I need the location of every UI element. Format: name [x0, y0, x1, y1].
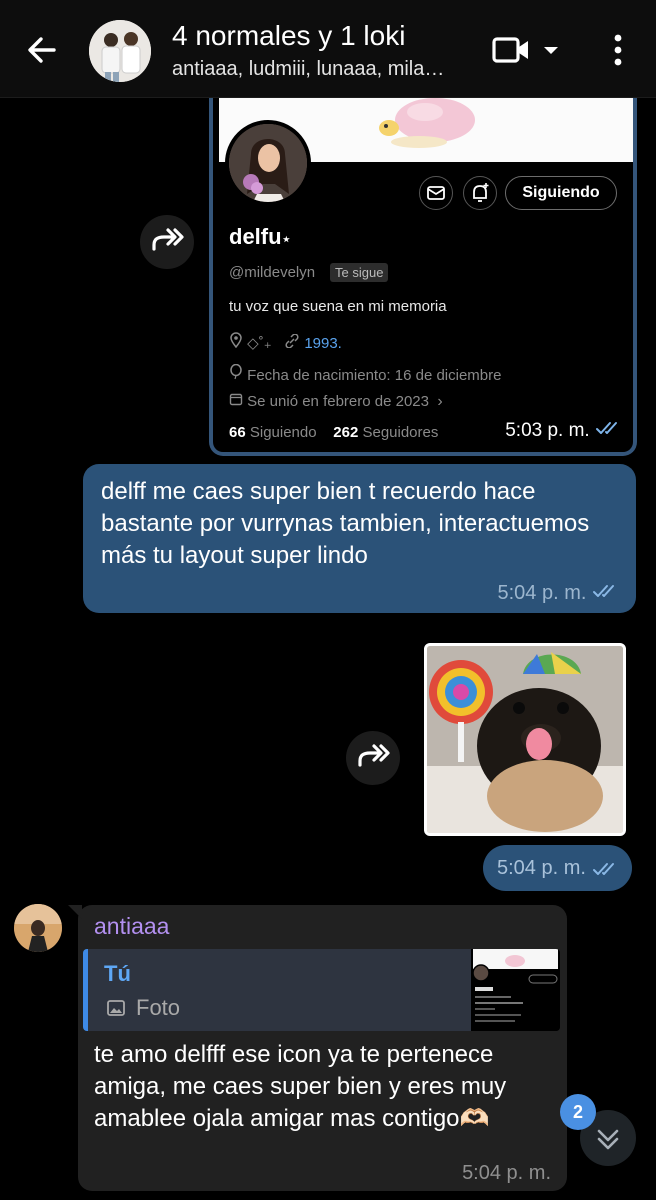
profile-handle: @mildevelyn	[229, 264, 316, 281]
message-time: 5:04 p. m.	[498, 582, 623, 605]
reply-preview[interactable]: Tú Foto	[83, 949, 560, 1031]
video-call-icon[interactable]	[492, 34, 564, 68]
double-check-icon	[593, 585, 614, 597]
chat-members[interactable]: antiaaa, ludmiii, lunaaa, mila…	[172, 58, 444, 81]
message-time: 5:04 p. m.	[462, 1162, 551, 1184]
double-check-icon	[592, 862, 614, 875]
bubble-tail	[68, 905, 82, 919]
back-arrow-icon[interactable]	[22, 30, 62, 70]
message-time: 5:03 p. m.	[505, 420, 623, 442]
reply-type: Foto	[136, 995, 181, 1020]
forward-icon	[152, 228, 184, 251]
envelope-icon	[427, 186, 445, 200]
notifications-button[interactable]	[463, 176, 497, 210]
balloon-icon	[230, 363, 242, 380]
profile-link[interactable]: 1993.	[304, 335, 342, 352]
location-pin-icon	[230, 332, 242, 349]
profile-bio: tu voz que suena en mi memoria	[229, 298, 447, 315]
reply-author: Tú	[104, 961, 131, 986]
profile-name: delfu⋆	[229, 224, 291, 249]
forward-icon	[358, 744, 390, 767]
forward-button[interactable]	[346, 731, 400, 785]
profile-birthday: Fecha de nacimiento: 16 de diciembre	[229, 363, 501, 384]
double-check-icon	[596, 422, 617, 434]
incoming-message-bubble[interactable]: antiaaa Tú Foto te amo delfff ese icon y…	[68, 905, 567, 1191]
chevron-right-icon: ›	[437, 393, 443, 410]
reply-thumbnail	[471, 949, 560, 1031]
unread-count-badge: 2	[560, 1094, 596, 1130]
profile-picture	[225, 120, 311, 206]
message-text: delff me caes super bien t recuerdo hace…	[101, 478, 590, 569]
profile-stats: 66 Siguiendo 262 Seguidores	[229, 424, 439, 441]
follows-you-badge: Te sigue	[330, 263, 389, 282]
bell-plus-icon	[473, 183, 489, 202]
message-text: te amo delfff ese icon ya te pertenece a…	[94, 1041, 507, 1132]
profile-location-link: ◇˚₊ 1993.	[229, 332, 342, 352]
forward-button[interactable]	[140, 215, 194, 269]
calendar-icon	[229, 393, 243, 406]
profile-joined: Se unió en febrero de 2023 ›	[229, 392, 443, 411]
chat-header: 4 normales y 1 loki antiaaa, ludmiii, lu…	[0, 0, 656, 98]
link-icon	[285, 333, 299, 349]
sender-avatar[interactable]	[14, 904, 62, 952]
following-button[interactable]: Siguiendo	[505, 176, 617, 210]
message-button[interactable]	[419, 176, 453, 210]
group-avatar[interactable]	[89, 20, 151, 82]
sender-name[interactable]: antiaaa	[94, 913, 169, 940]
pug-with-lollipop-image	[427, 646, 623, 833]
photo-time: 5:04 p. m.	[483, 845, 632, 891]
chat-title[interactable]: 4 normales y 1 loki	[172, 20, 405, 52]
outgoing-message-bubble[interactable]: delff me caes super bien t recuerdo hace…	[83, 464, 636, 613]
photo-message[interactable]	[424, 643, 626, 836]
more-options-icon[interactable]	[604, 32, 632, 68]
forwarded-profile-screenshot[interactable]: Siguiendo delfu⋆ @mildevelyn Te sigue tu…	[209, 98, 637, 456]
image-icon	[107, 1000, 125, 1016]
